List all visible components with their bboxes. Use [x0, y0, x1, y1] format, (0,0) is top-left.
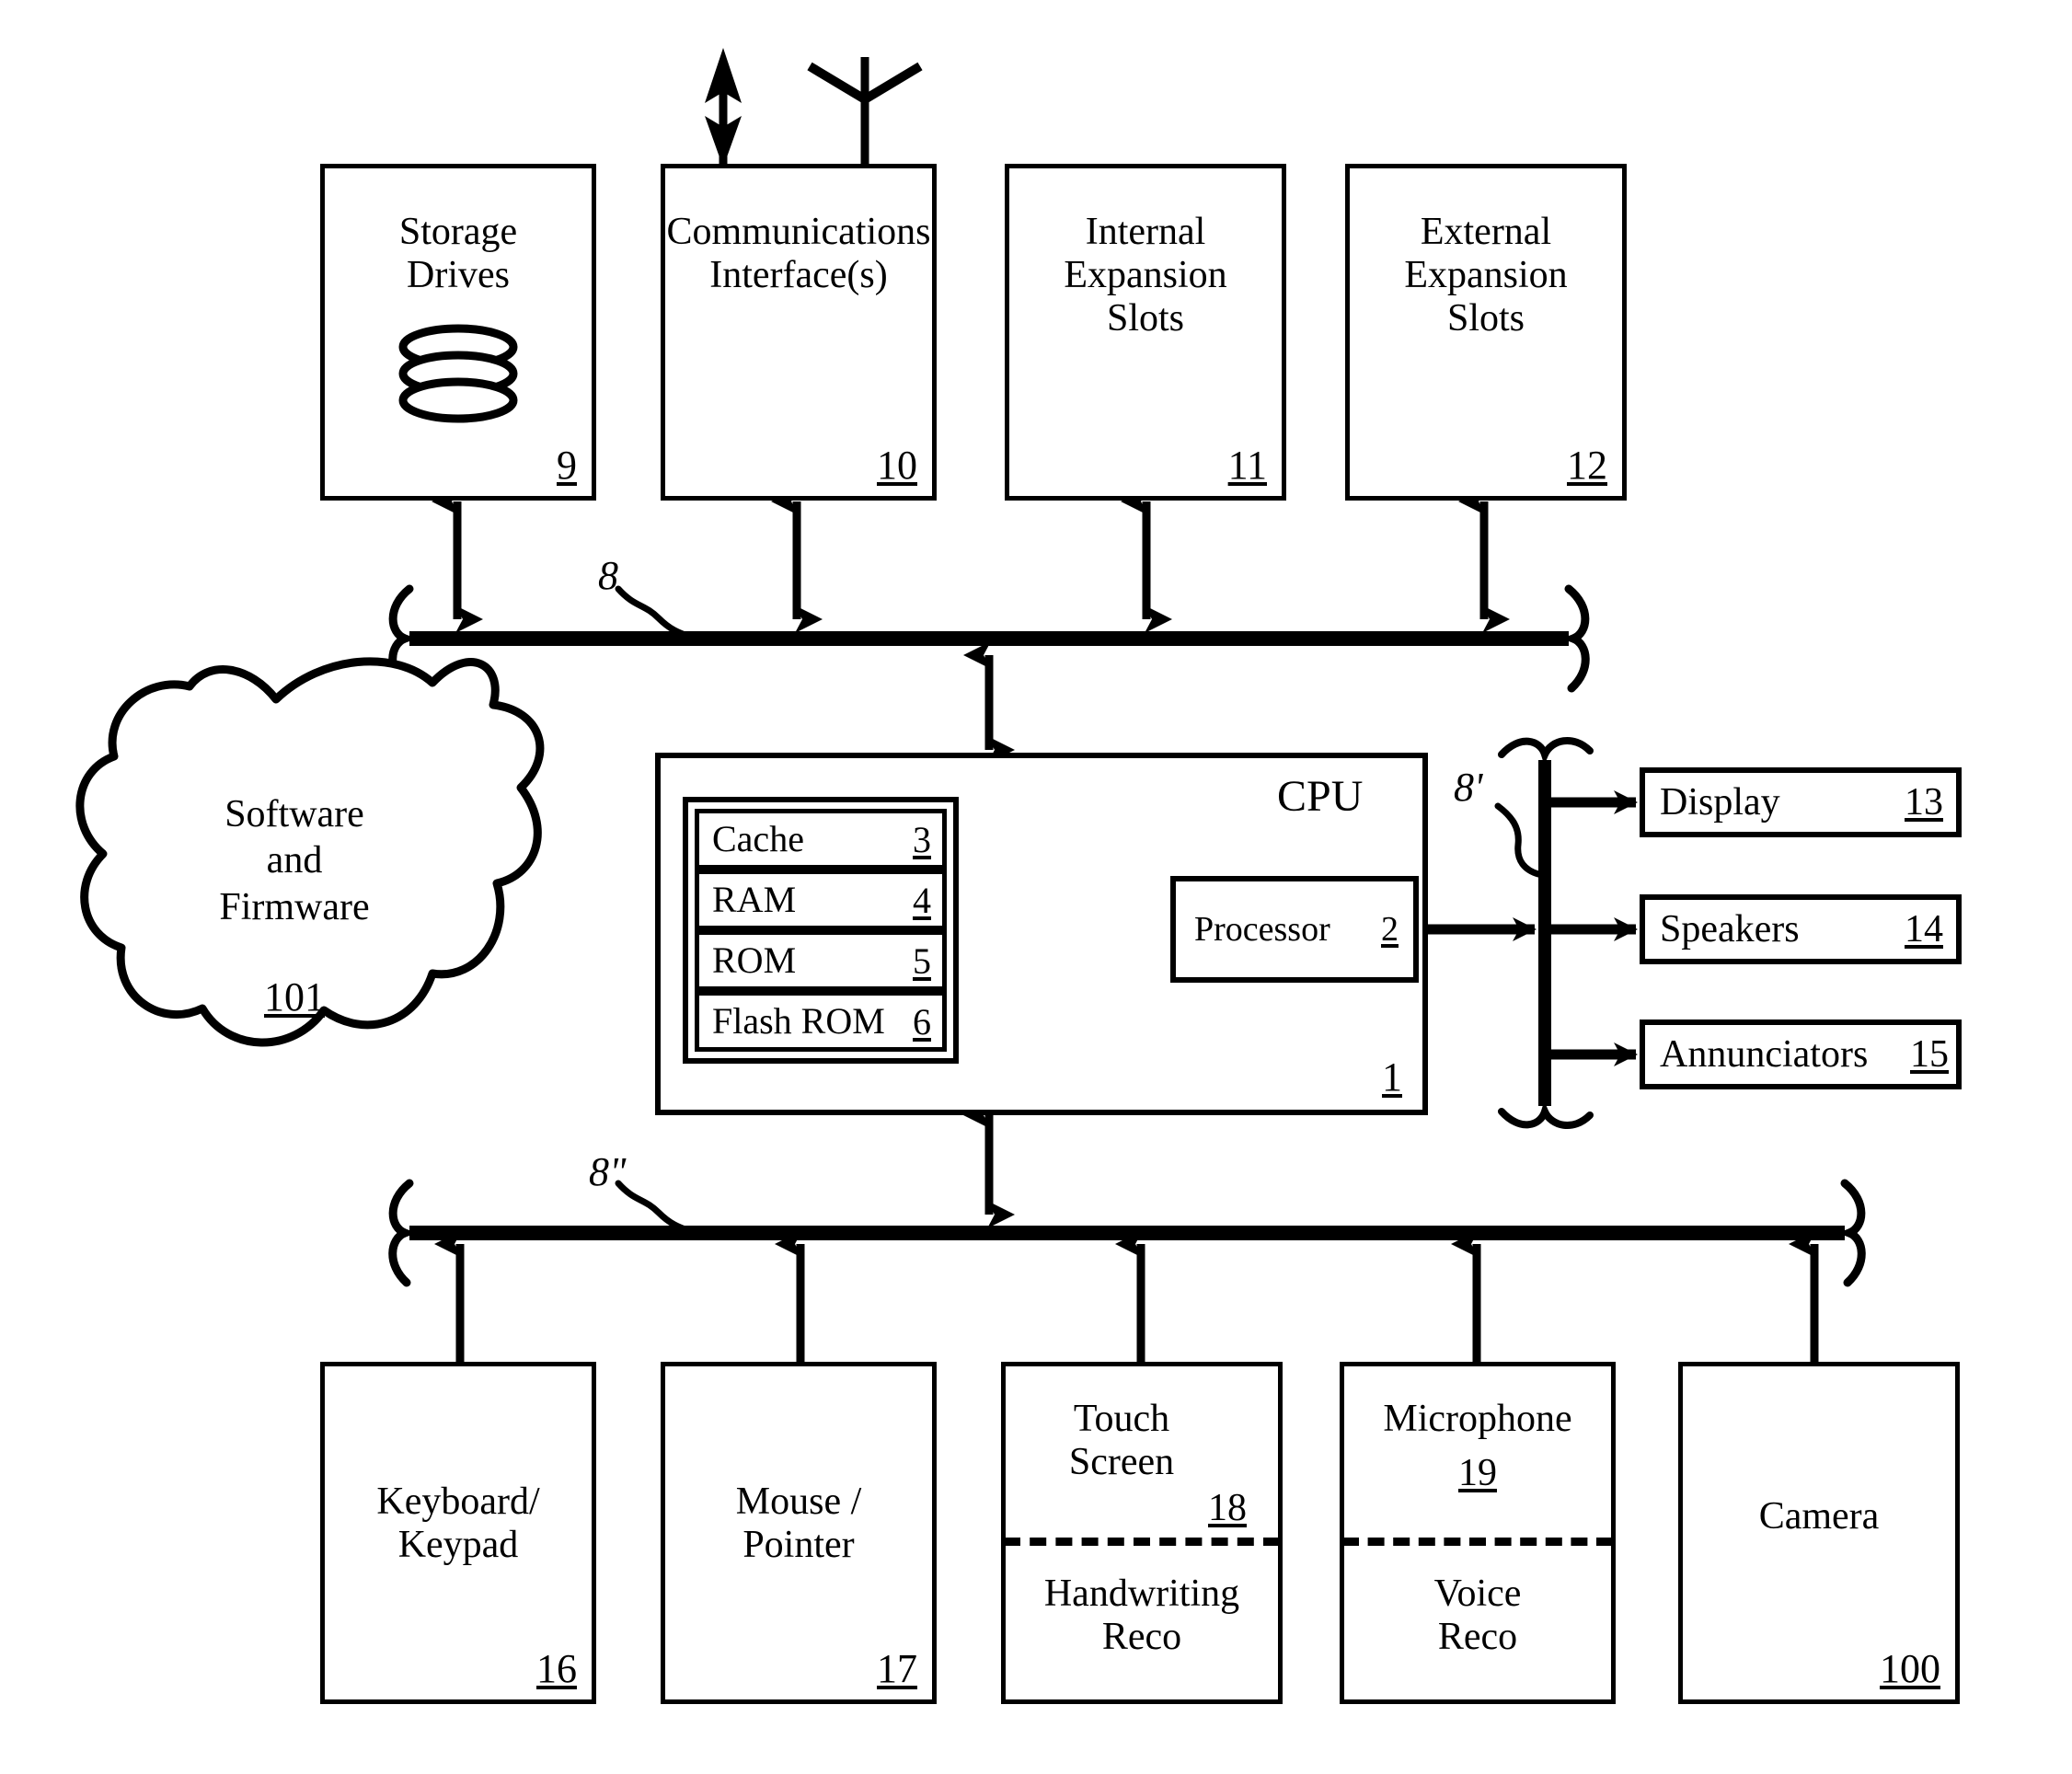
touch-screen-ref: 18 — [1208, 1487, 1247, 1529]
disk-platters-icon — [398, 324, 518, 423]
keyboard-keypad-ref: 16 — [536, 1646, 577, 1691]
input-device-bus-connectors — [434, 1230, 1819, 1362]
rom-cell[interactable]: ROM 5 — [695, 930, 947, 991]
microphone-label: Microphone — [1383, 1398, 1572, 1440]
display-label: Display — [1660, 781, 1780, 824]
annunciators-label: Annunciators — [1660, 1033, 1869, 1076]
cpu-label: CPU — [1277, 772, 1364, 821]
input-bus-label: 8" — [589, 1149, 627, 1194]
processor-box[interactable]: Processor 2 — [1170, 876, 1419, 983]
storage-drives-box[interactable]: Storage Drives 9 — [320, 164, 596, 501]
flash-rom-ref: 6 — [913, 1000, 931, 1043]
annunciators-ref: 15 — [1910, 1033, 1949, 1076]
touch-screen-divider — [1004, 1538, 1280, 1546]
radio-arrow-icon — [705, 48, 742, 167]
processor-label: Processor — [1194, 910, 1330, 949]
memory-stack: Cache 3 RAM 4 ROM 5 Flash ROM 6 — [683, 797, 959, 1064]
ram-ref: 4 — [913, 879, 931, 921]
ram-cell[interactable]: RAM 4 — [695, 870, 947, 930]
input-bus-8doubleprime — [388, 1179, 1866, 1287]
block-diagram-figure: Storage Drives 9 Communications Interfac… — [0, 0, 2072, 1774]
annunciators-box[interactable]: Annunciators 15 — [1640, 1019, 1962, 1089]
display-ref: 13 — [1905, 781, 1943, 824]
main-bus-label: 8 — [598, 553, 618, 598]
camera-box[interactable]: Camera 100 — [1678, 1362, 1960, 1704]
external-expansion-slots-ref: 12 — [1567, 443, 1607, 488]
storage-drives-ref: 9 — [557, 443, 577, 488]
cache-cell[interactable]: Cache 3 — [695, 809, 947, 870]
software-firmware-label: Software and Firmware — [219, 793, 370, 928]
speakers-box[interactable]: Speakers 14 — [1640, 894, 1962, 964]
mouse-pointer-label: Mouse / Pointer — [735, 1480, 862, 1567]
rom-ref: 5 — [913, 939, 931, 982]
internal-expansion-slots-box[interactable]: Internal Expansion Slots 11 — [1005, 164, 1286, 501]
microphone-box[interactable]: Microphone 19 Voice Reco — [1340, 1362, 1616, 1704]
camera-ref: 100 — [1880, 1646, 1940, 1691]
mouse-pointer-box[interactable]: Mouse / Pointer 17 — [661, 1362, 937, 1704]
keyboard-keypad-label: Keyboard/ Keypad — [376, 1480, 540, 1567]
communications-interface-box[interactable]: Communications Interface(s) 10 — [661, 164, 937, 501]
voice-reco-label: Voice Reco — [1433, 1572, 1522, 1659]
cache-label: Cache — [712, 818, 804, 859]
touch-screen-label: Touch Screen — [1068, 1398, 1175, 1484]
mouse-pointer-ref: 17 — [877, 1646, 917, 1691]
speakers-label: Speakers — [1660, 908, 1800, 950]
touch-screen-box[interactable]: Touch Screen 18 Handwriting Reco — [1001, 1362, 1283, 1704]
antenna-icon — [807, 57, 923, 167]
processor-ref: 2 — [1381, 910, 1399, 949]
keyboard-keypad-box[interactable]: Keyboard/ Keypad 16 — [320, 1362, 596, 1704]
speakers-ref: 14 — [1905, 908, 1943, 950]
handwriting-reco-label: Handwriting Reco — [1043, 1572, 1240, 1659]
external-expansion-slots-box[interactable]: External Expansion Slots 12 — [1345, 164, 1627, 501]
rom-label: ROM — [712, 939, 797, 981]
display-box[interactable]: Display 13 — [1640, 767, 1962, 837]
microphone-ref: 19 — [1458, 1452, 1497, 1494]
cpu-ref: 1 — [1382, 1054, 1402, 1100]
internal-expansion-slots-label: Internal Expansion Slots — [1064, 211, 1227, 340]
ram-label: RAM — [712, 879, 797, 920]
software-firmware-ref: 101 — [264, 974, 325, 1019]
cache-ref: 3 — [913, 818, 931, 860]
output-bus-label: 8' — [1454, 765, 1483, 810]
internal-expansion-slots-ref: 11 — [1227, 443, 1267, 488]
external-expansion-slots-label: External Expansion Slots — [1404, 211, 1568, 340]
camera-label: Camera — [1758, 1495, 1880, 1538]
flash-rom-cell[interactable]: Flash ROM 6 — [695, 991, 947, 1052]
communications-interface-ref: 10 — [877, 443, 917, 488]
flash-rom-label: Flash ROM — [712, 1000, 885, 1042]
communications-interface-label: Communications Interface(s) — [666, 211, 931, 297]
storage-drives-label: Storage Drives — [398, 211, 518, 297]
microphone-divider — [1342, 1538, 1613, 1546]
